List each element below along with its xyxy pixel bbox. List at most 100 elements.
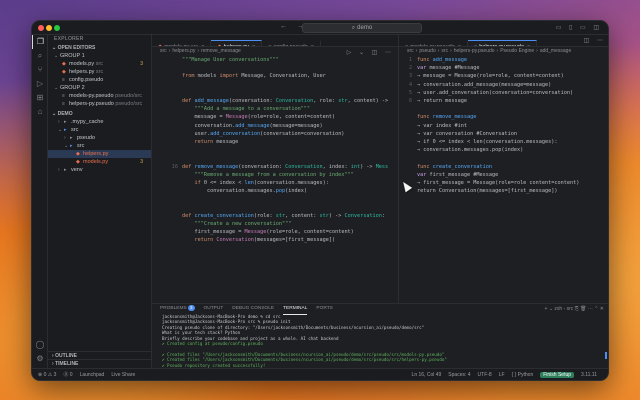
python-icon: ◆ [62, 69, 66, 75]
tree-item-label: pseudo [77, 135, 96, 141]
breadcrumb-item[interactable]: remove_message [201, 48, 241, 54]
open-editors-header[interactable]: ⌄ OPEN EDITORS [48, 44, 151, 52]
tab-debug-console[interactable]: DEBUG CONSOLE [232, 304, 274, 314]
terminal-scrollbar[interactable] [602, 314, 608, 369]
code-helpers-pseudo[interactable]: 1 func add_message 2 var message #Message … [399, 56, 608, 195]
editor-tab[interactable]: ≡ helpers-py.pseudo × [467, 40, 538, 46]
account-icon[interactable]: ◯ [32, 338, 48, 352]
group1-file[interactable]: ◆ helpers.py src [48, 68, 151, 76]
chevron-right-icon: › [536, 48, 538, 54]
file-name: models-py.pseudo [69, 93, 114, 99]
breadcrumb-item[interactable]: src [160, 48, 167, 54]
search-text: demo [357, 25, 373, 31]
group2-header[interactable]: ⌄ GROUP 2 [48, 84, 151, 92]
problem-count-badge: 3 [140, 159, 143, 165]
project-header[interactable]: ⌄ DEMO [48, 110, 151, 118]
command-center-search[interactable]: ⌕ demo [302, 23, 422, 33]
timeline-header[interactable]: › TIMELINE [48, 359, 151, 367]
tree-item-label: .mypy_cache [71, 119, 104, 125]
tab-problems[interactable]: PROBLEMS 3 [160, 304, 195, 314]
status-item[interactable]: Live Share [111, 372, 135, 378]
split-editor-icon[interactable]: ◫ ⋯ [584, 37, 606, 44]
breadcrumb-item[interactable]: helpers.py [172, 48, 195, 54]
tab-ports[interactable]: PORTS [316, 304, 332, 314]
panel-tab-label: PROBLEMS [160, 306, 187, 311]
source-control-icon[interactable]: ⑂ [32, 63, 48, 77]
group2-file[interactable]: ≡ helpers-py.pseudo pseudo/src [48, 100, 151, 108]
python-icon: ◆ [76, 159, 80, 165]
close-window-button[interactable] [38, 25, 44, 31]
tree-item[interactable]: ◆ models.py 3 [48, 158, 151, 166]
panel-tab-label: TERMINAL [283, 306, 308, 311]
terminal-selector[interactable]: + ⌄ zsh - src ⎘ 🗑 ⋯ ⌃ ✕ [545, 306, 604, 312]
chevron-right-icon: › [450, 48, 452, 54]
python-icon: ◆ [62, 61, 66, 67]
file-path: src [94, 61, 103, 67]
breadcrumb-item[interactable]: src [407, 48, 414, 54]
breadcrumb-item[interactable]: src [441, 48, 448, 54]
panel-tabs: PROBLEMS 3 OUTPUT DEBUG CONSOLE TERMINAL POR… [152, 304, 608, 315]
breadcrumb-item[interactable]: Pseudo Engine [500, 48, 534, 54]
tab-output[interactable]: OUTPUT [204, 304, 224, 314]
files-icon[interactable]: ❐ [32, 35, 48, 49]
status-item[interactable]: Launchpad [80, 372, 105, 378]
tree-item[interactable]: › ▸ pseudo [48, 134, 151, 142]
tree-item[interactable]: ◆ helpers.py [48, 150, 151, 158]
tree-item[interactable]: ⌄ ▸ src [48, 142, 151, 150]
breadcrumb-item[interactable]: add_message [540, 48, 571, 54]
group1-file[interactable]: ≡ config.pseudo [48, 76, 151, 84]
editor-tab[interactable]: ◆ helpers.py × [211, 40, 263, 46]
tree-item-label: helpers.py [83, 151, 109, 157]
tree-item-label: src [77, 143, 85, 149]
status-item[interactable]: ⓪ 0 [63, 372, 72, 378]
chevron-right-icon: › [437, 48, 440, 54]
problems-badge: 3 [188, 305, 195, 311]
breadcrumb-right: src › pseudo › src › helpers-py.pseudo › Pseudo … [399, 47, 608, 56]
status-item[interactable]: LF [499, 372, 505, 378]
group1-header[interactable]: ⌄ GROUP 1 [48, 52, 151, 60]
status-item[interactable]: UTF-8 [478, 372, 492, 378]
group2-file[interactable]: ≡ models-py.pseudo pseudo/src [48, 92, 151, 100]
tree-item[interactable]: › ▸ .mypy_cache [48, 118, 151, 126]
file-name: helpers-py.pseudo [69, 101, 114, 107]
status-item[interactable]: { } Python [512, 372, 534, 378]
status-item[interactable]: ⊗ 0 ⚠ 3 [38, 372, 56, 378]
chevron-right-icon: › [197, 48, 200, 54]
outline-header[interactable]: › OUTLINE [48, 351, 151, 359]
extensions-icon[interactable]: ⊞ [32, 91, 48, 105]
search-icon: ⌕ [351, 25, 356, 31]
status-item[interactable]: 3.11.11 [581, 372, 597, 378]
panel-tab-label: PORTS [316, 306, 333, 311]
tab-terminal[interactable]: TERMINAL [283, 304, 308, 315]
status-item[interactable]: Spaces: 4 [448, 372, 470, 378]
app-window: ← → ⌕ demo ▭ ▯ ▭ ◫ ❐ ⌕ ⑂ ▷ ⊞ ⌂ ◯ ⚙ EXPLOR… [31, 20, 609, 381]
maximize-window-button[interactable] [54, 25, 60, 31]
file-icon: ≡ [62, 101, 65, 107]
run-icon[interactable]: ▷ ⌄ ◫ ⋯ [347, 49, 394, 56]
editor-tabs-right: ≡ models-py.pseudo × ≡ helpers-py.pseudo × [399, 35, 608, 47]
folder-icon: ▸ [64, 127, 67, 133]
code-helpers-py[interactable]: 16 """Manage User conversations""" from … [152, 56, 398, 245]
tree-item[interactable]: ⌄ ▸ src [48, 126, 151, 134]
tree-item-label: src [71, 127, 79, 133]
minimize-window-button[interactable] [46, 25, 52, 31]
chevron-right-icon: › [168, 48, 171, 54]
breadcrumb-item[interactable]: helpers-py.pseudo [454, 48, 495, 54]
status-item[interactable]: Ln 16, Col 49 [412, 372, 442, 378]
tree-item[interactable]: › ▸ venv [48, 166, 151, 174]
run-debug-icon[interactable]: ▷ [32, 77, 48, 91]
file-path: src [94, 69, 104, 75]
editor-group-left: ◆ models.py src × ◆ helpers.py × ≡ config.pseud… [152, 35, 399, 303]
file-path: pseudo/src [113, 101, 143, 107]
search-icon[interactable]: ⌕ [32, 49, 48, 63]
group1-file[interactable]: ◆ models.py src 3 [48, 60, 151, 68]
remote-icon[interactable]: ⌂ [32, 105, 48, 119]
layout-controls[interactable]: ▭ ▯ ▭ ◫ [556, 24, 602, 31]
bottom-panel: PROBLEMS 3 OUTPUT DEBUG CONSOLE TERMINAL POR… [152, 303, 608, 378]
breadcrumb-item[interactable]: pseudo [419, 48, 435, 54]
file-path: pseudo/src [113, 93, 142, 99]
settings-icon[interactable]: ⚙ [32, 352, 48, 366]
group2-list: ≡ models-py.pseudo pseudo/src ≡ helpers-py.… [48, 92, 151, 108]
file-name: helpers.py [69, 69, 95, 75]
status-item[interactable]: Finish Setup [540, 372, 575, 378]
